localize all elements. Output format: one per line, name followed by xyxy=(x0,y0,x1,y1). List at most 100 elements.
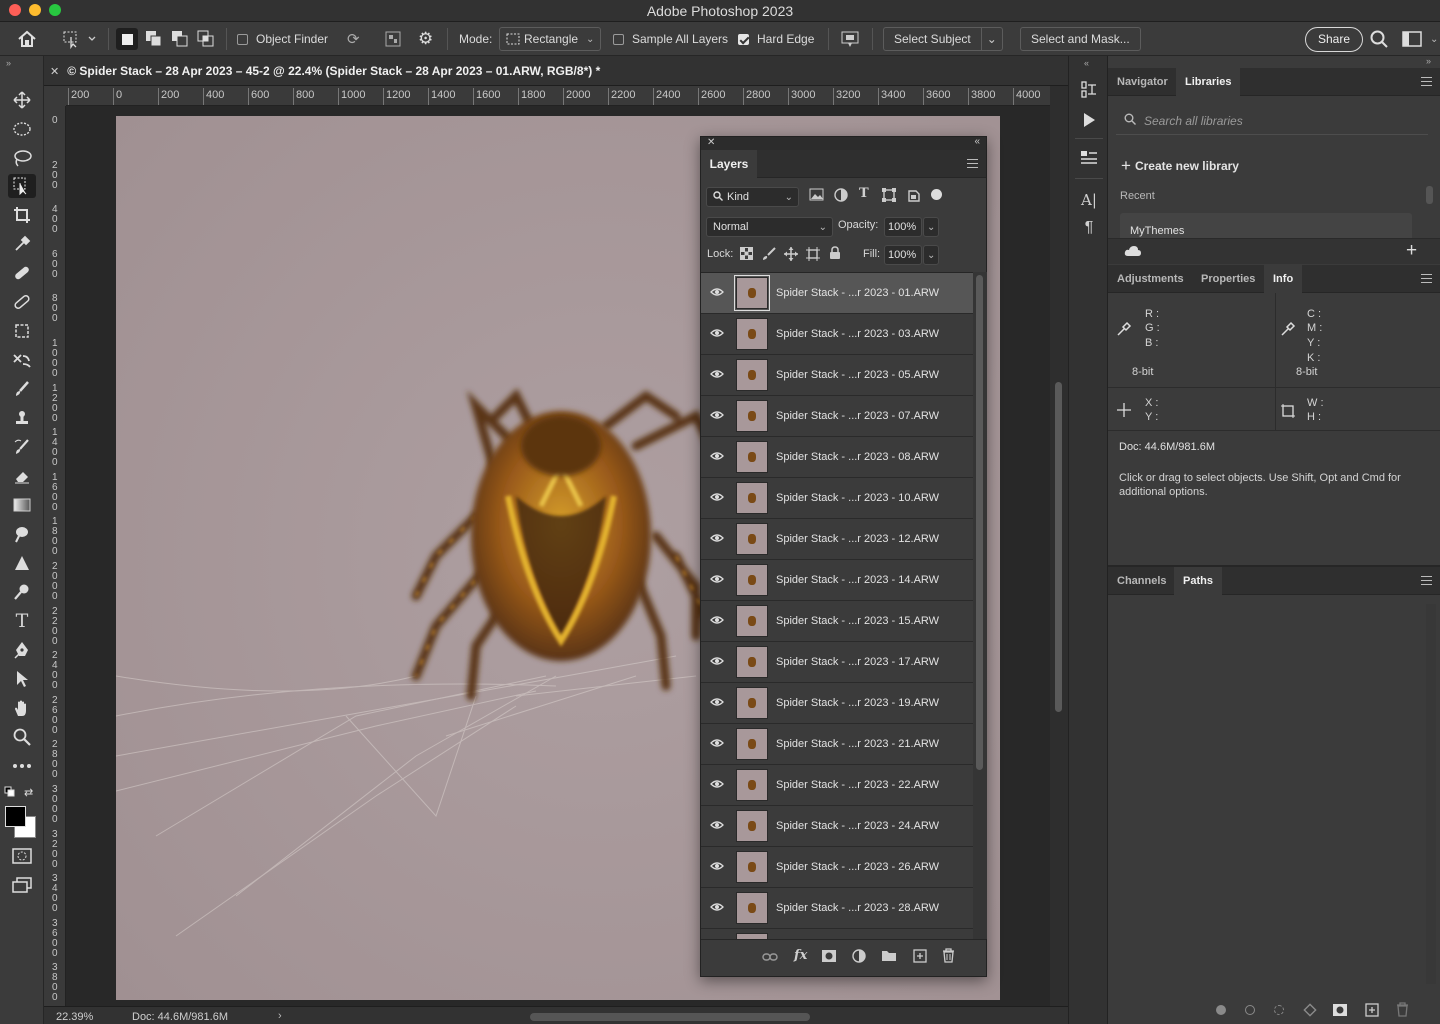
healing-brush-tool-icon[interactable] xyxy=(8,290,36,314)
select-and-mask-button[interactable]: Select and Mask... xyxy=(1020,22,1141,56)
filter-toggle-icon[interactable] xyxy=(931,189,942,200)
layer-row[interactable]: Spider Stack - ...r 2023 - 05.ARW xyxy=(701,355,973,396)
show-all-objects-icon[interactable] xyxy=(384,22,402,56)
path-selection-tool-icon[interactable] xyxy=(8,667,36,691)
eraser-tool-icon[interactable] xyxy=(8,464,36,488)
load-path-as-selection-icon[interactable] xyxy=(1274,1005,1284,1015)
foreground-color-swatch[interactable] xyxy=(5,806,26,827)
add-mask-icon[interactable] xyxy=(1332,1003,1348,1020)
workspace-chevron-icon[interactable]: ⌄ xyxy=(1430,22,1438,56)
edit-toolbar-icon[interactable] xyxy=(8,754,36,778)
layer-name[interactable]: Spider Stack - ...r 2023 - 14.ARW xyxy=(776,574,939,586)
layer-row[interactable]: Spider Stack - ...r 2023 - 21.ARW xyxy=(701,724,973,765)
layer-row[interactable]: Spider Stack - ...r 2023 - 28.ARW xyxy=(701,888,973,929)
layer-thumbnail[interactable] xyxy=(736,400,768,432)
status-menu-chevron-icon[interactable]: › xyxy=(278,1010,282,1022)
visibility-eye-icon[interactable] xyxy=(701,614,733,628)
visibility-eye-icon[interactable] xyxy=(701,655,733,669)
layer-thumbnail[interactable] xyxy=(736,564,768,596)
lock-transparent-pixels-icon[interactable] xyxy=(740,247,753,263)
lock-all-icon[interactable] xyxy=(829,246,841,263)
layer-row[interactable]: Spider Stack - ...r 2023 - 24.ARW xyxy=(701,806,973,847)
zoom-level[interactable]: 22.39% xyxy=(56,1011,93,1023)
pen-tool-icon[interactable] xyxy=(8,638,36,662)
layer-name[interactable]: Spider Stack - ...r 2023 - 19.ARW xyxy=(776,697,939,709)
default-colors-icon[interactable] xyxy=(4,786,16,801)
layer-row[interactable]: Spider Stack - ...r 2023 - 15.ARW xyxy=(701,601,973,642)
vertical-scrollbar[interactable] xyxy=(1050,86,1068,1006)
filter-adjustment-icon[interactable] xyxy=(834,188,848,205)
visibility-eye-icon[interactable] xyxy=(701,532,733,546)
new-selection-icon[interactable] xyxy=(116,22,138,56)
library-search-field[interactable]: Search all libraries xyxy=(1116,107,1428,135)
object-finder-checkbox[interactable]: Object Finder xyxy=(237,22,328,56)
layer-name[interactable]: Spider Stack - ...r 2023 - 28.ARW xyxy=(776,902,939,914)
link-layers-icon[interactable] xyxy=(762,950,778,965)
gear-icon[interactable]: ⚙ xyxy=(418,22,433,56)
tab-adjustments[interactable]: Adjustments xyxy=(1108,265,1193,293)
visibility-eye-icon[interactable] xyxy=(701,573,733,587)
object-selection-tool-preset-icon[interactable] xyxy=(62,22,96,56)
layer-name[interactable]: Spider Stack - ...r 2023 - 01.ARW xyxy=(776,287,939,299)
layer-name[interactable]: Spider Stack - ...r 2023 - 24.ARW xyxy=(776,820,939,832)
layer-name[interactable]: Spider Stack - ...r 2023 - 12.ARW xyxy=(776,533,939,545)
blend-mode-dropdown[interactable]: Normal ⌄ xyxy=(706,217,833,237)
content-aware-move-tool-icon[interactable] xyxy=(8,319,36,343)
screen-mode-icon[interactable] xyxy=(8,873,36,897)
filter-type-icon[interactable]: T xyxy=(859,186,869,201)
info-panel-menu-icon[interactable] xyxy=(1421,274,1432,283)
layer-name[interactable]: Spider Stack - ...r 2023 - 22.ARW xyxy=(776,779,939,791)
layer-list-scrollbar-thumb[interactable] xyxy=(976,275,983,770)
visibility-eye-icon[interactable] xyxy=(701,778,733,792)
layer-name[interactable]: Spider Stack - ...r 2023 - 21.ARW xyxy=(776,738,939,750)
layer-thumbnail[interactable] xyxy=(734,275,770,311)
paragraph-panel-icon[interactable]: ¶ xyxy=(1077,216,1101,240)
tab-navigator[interactable]: Navigator xyxy=(1108,68,1177,96)
layer-row[interactable]: Spider Stack - ...r 2023 - 01.ARW xyxy=(701,273,973,314)
hand-tool-icon[interactable] xyxy=(8,696,36,720)
visibility-eye-icon[interactable] xyxy=(701,696,733,710)
layer-name[interactable]: Spider Stack - ...r 2023 - 26.ARW xyxy=(776,861,939,873)
layer-comps-icon[interactable] xyxy=(1077,146,1101,170)
visibility-eye-icon[interactable] xyxy=(701,819,733,833)
delete-path-icon[interactable] xyxy=(1396,1002,1409,1020)
layer-thumbnail[interactable] xyxy=(736,728,768,760)
filter-pixel-icon[interactable] xyxy=(809,188,824,204)
vertical-scrollbar-thumb[interactable] xyxy=(1055,382,1062,712)
home-icon[interactable] xyxy=(16,22,38,56)
layer-name[interactable]: Spider Stack - ...r 2023 - 10.ARW xyxy=(776,492,939,504)
select-subject-button[interactable]: Select Subject ⌄ xyxy=(883,22,1003,56)
hard-edge-checkbox[interactable]: Hard Edge xyxy=(738,22,814,56)
layer-row[interactable]: Spider Stack - ...r 2023 - 08.ARW xyxy=(701,437,973,478)
add-mask-icon[interactable] xyxy=(821,949,837,966)
collapse-panel-icon[interactable]: « xyxy=(974,136,980,147)
fill-path-icon[interactable] xyxy=(1216,1005,1226,1015)
character-panel-icon[interactable]: A| xyxy=(1077,188,1101,212)
layer-thumbnail[interactable] xyxy=(736,687,768,719)
layer-row[interactable]: Spider Stack - ...r 2023 - 10.ARW xyxy=(701,478,973,519)
layer-style-fx-icon[interactable]: fx xyxy=(794,948,807,963)
workspace-icon[interactable] xyxy=(1402,22,1424,56)
make-work-path-icon[interactable] xyxy=(1303,1003,1317,1020)
move-tool-icon[interactable] xyxy=(8,88,36,112)
swap-colors-icon[interactable]: ⇄ xyxy=(24,786,33,799)
lock-artboard-icon[interactable] xyxy=(806,247,820,264)
lock-image-pixels-icon[interactable] xyxy=(762,247,776,264)
layer-thumbnail[interactable] xyxy=(736,482,768,514)
quick-mask-icon[interactable] xyxy=(8,844,36,868)
layers-panel-menu-icon[interactable] xyxy=(967,159,978,168)
object-selection-help-icon[interactable] xyxy=(840,22,862,56)
filter-smart-object-icon[interactable] xyxy=(907,188,921,205)
layer-row[interactable]: Spider Stack - ...r 2023 - 22.ARW xyxy=(701,765,973,806)
filter-shape-icon[interactable] xyxy=(882,188,896,205)
elliptical-marquee-tool-icon[interactable] xyxy=(8,117,36,141)
layer-thumbnail[interactable] xyxy=(736,441,768,473)
share-button[interactable]: Share xyxy=(1305,22,1364,56)
paths-scrollbar[interactable] xyxy=(1426,604,1436,984)
opacity-chevron-icon[interactable]: ⌄ xyxy=(923,217,939,237)
blur-tool-icon[interactable] xyxy=(8,522,36,546)
close-panel-icon[interactable]: ✕ xyxy=(707,137,715,148)
layer-name[interactable]: Spider Stack - ...r 2023 - 17.ARW xyxy=(776,656,939,668)
gradient-tool-icon[interactable] xyxy=(8,493,36,517)
lasso-tool-icon[interactable] xyxy=(8,146,36,170)
